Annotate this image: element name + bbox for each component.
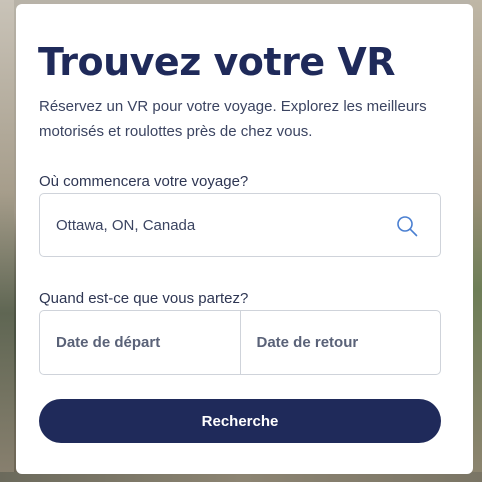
dates-label: Quand est-ce que vous partez? (39, 290, 249, 307)
location-input[interactable] (40, 194, 380, 256)
return-date-field[interactable]: Date de retour (239, 311, 441, 374)
location-field[interactable] (39, 193, 441, 257)
departure-date-field[interactable]: Date de départ (40, 311, 240, 374)
background-edge-left (0, 0, 14, 482)
date-range-picker: Date de départ Date de retour (39, 310, 441, 375)
search-icon[interactable] (395, 214, 419, 238)
search-button[interactable]: Recherche (39, 399, 441, 443)
search-card: Trouvez votre VR Réservez un VR pour vot… (16, 4, 473, 474)
return-date-label: Date de retour (256, 334, 359, 351)
departure-date-label: Date de départ (56, 334, 161, 351)
card-title: Trouvez votre VR (38, 40, 396, 84)
card-subtitle: Réservez un VR pour votre voyage. Explor… (39, 98, 427, 140)
location-label: Où commencera votre voyage? (39, 173, 249, 190)
